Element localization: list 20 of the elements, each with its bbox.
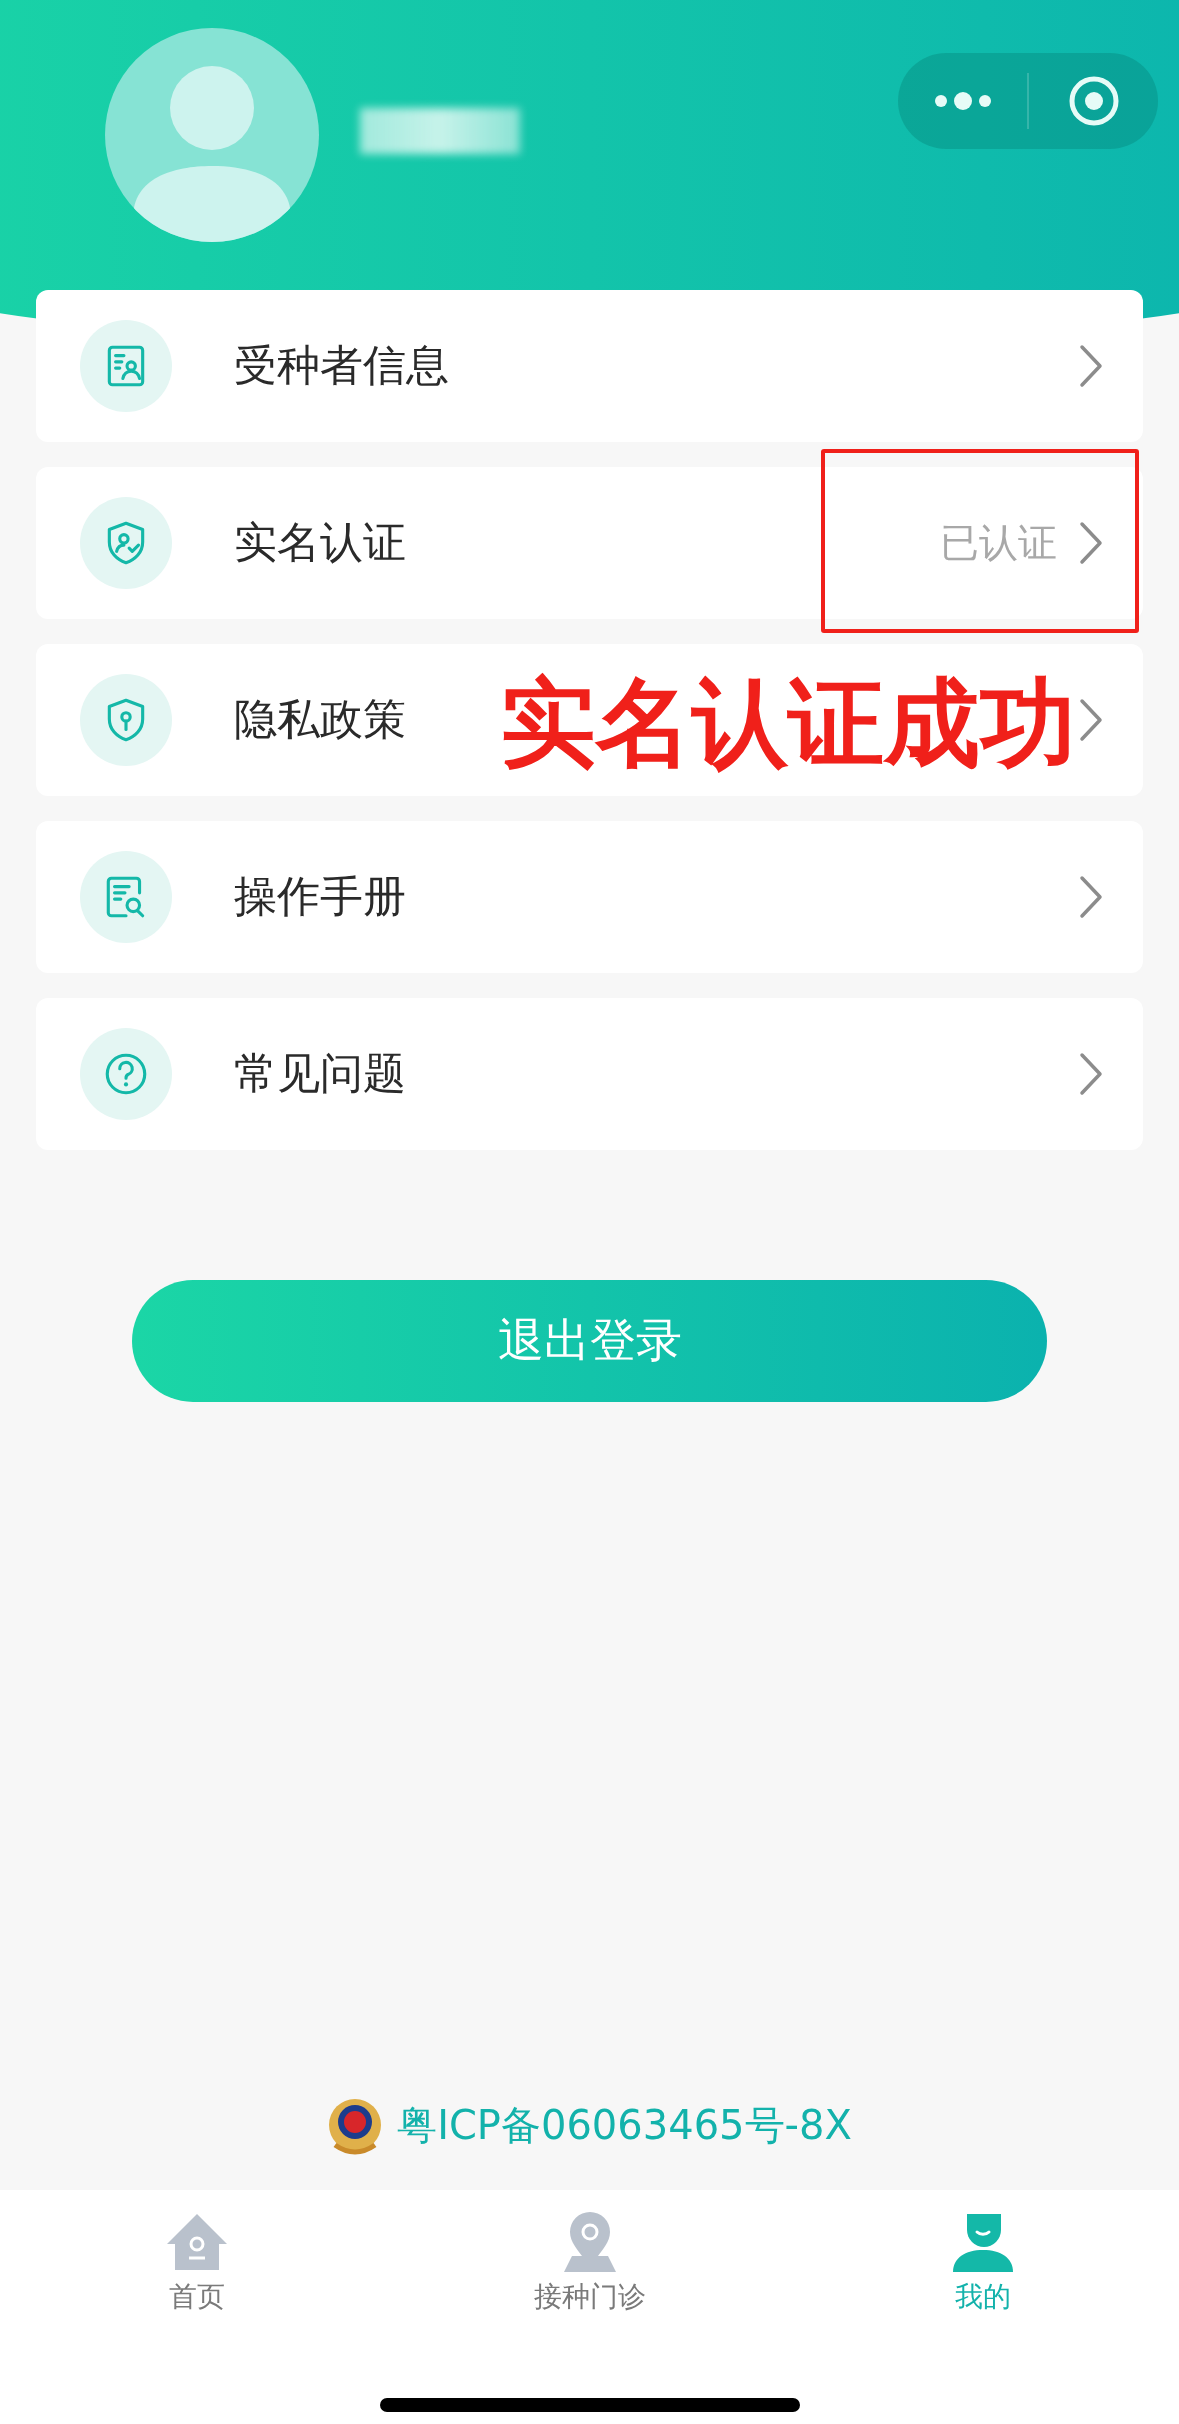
menu-label: 操作手册 — [234, 870, 406, 923]
menu-item[interactable]: 受种者信息 — [36, 290, 1143, 442]
menu-label: 隐私政策 — [234, 693, 406, 746]
chevron-icon — [1079, 344, 1103, 388]
menu-label: 实名认证 — [234, 516, 406, 569]
tab[interactable]: 首页 — [0, 2190, 393, 2317]
menu-item[interactable]: 操作手册 — [36, 821, 1143, 973]
menu-item[interactable]: 实名认证 已认证 — [36, 467, 1143, 619]
menu-item[interactable]: 常见问题 — [36, 998, 1143, 1150]
chevron-icon — [1079, 875, 1103, 919]
status-text: 已认证 — [940, 519, 1057, 567]
menu-label: 受种者信息 — [234, 339, 449, 392]
more-icon[interactable] — [932, 89, 993, 113]
avatar-icon — [105, 28, 319, 242]
tab[interactable]: 接种门诊 — [393, 2190, 786, 2317]
chevron-icon — [1079, 698, 1103, 742]
chevron-icon — [1079, 521, 1103, 565]
chevron-icon — [1079, 1052, 1103, 1096]
menu-label: 常见问题 — [234, 1047, 406, 1100]
annotation-text: 实名认证成功 — [500, 666, 1076, 781]
